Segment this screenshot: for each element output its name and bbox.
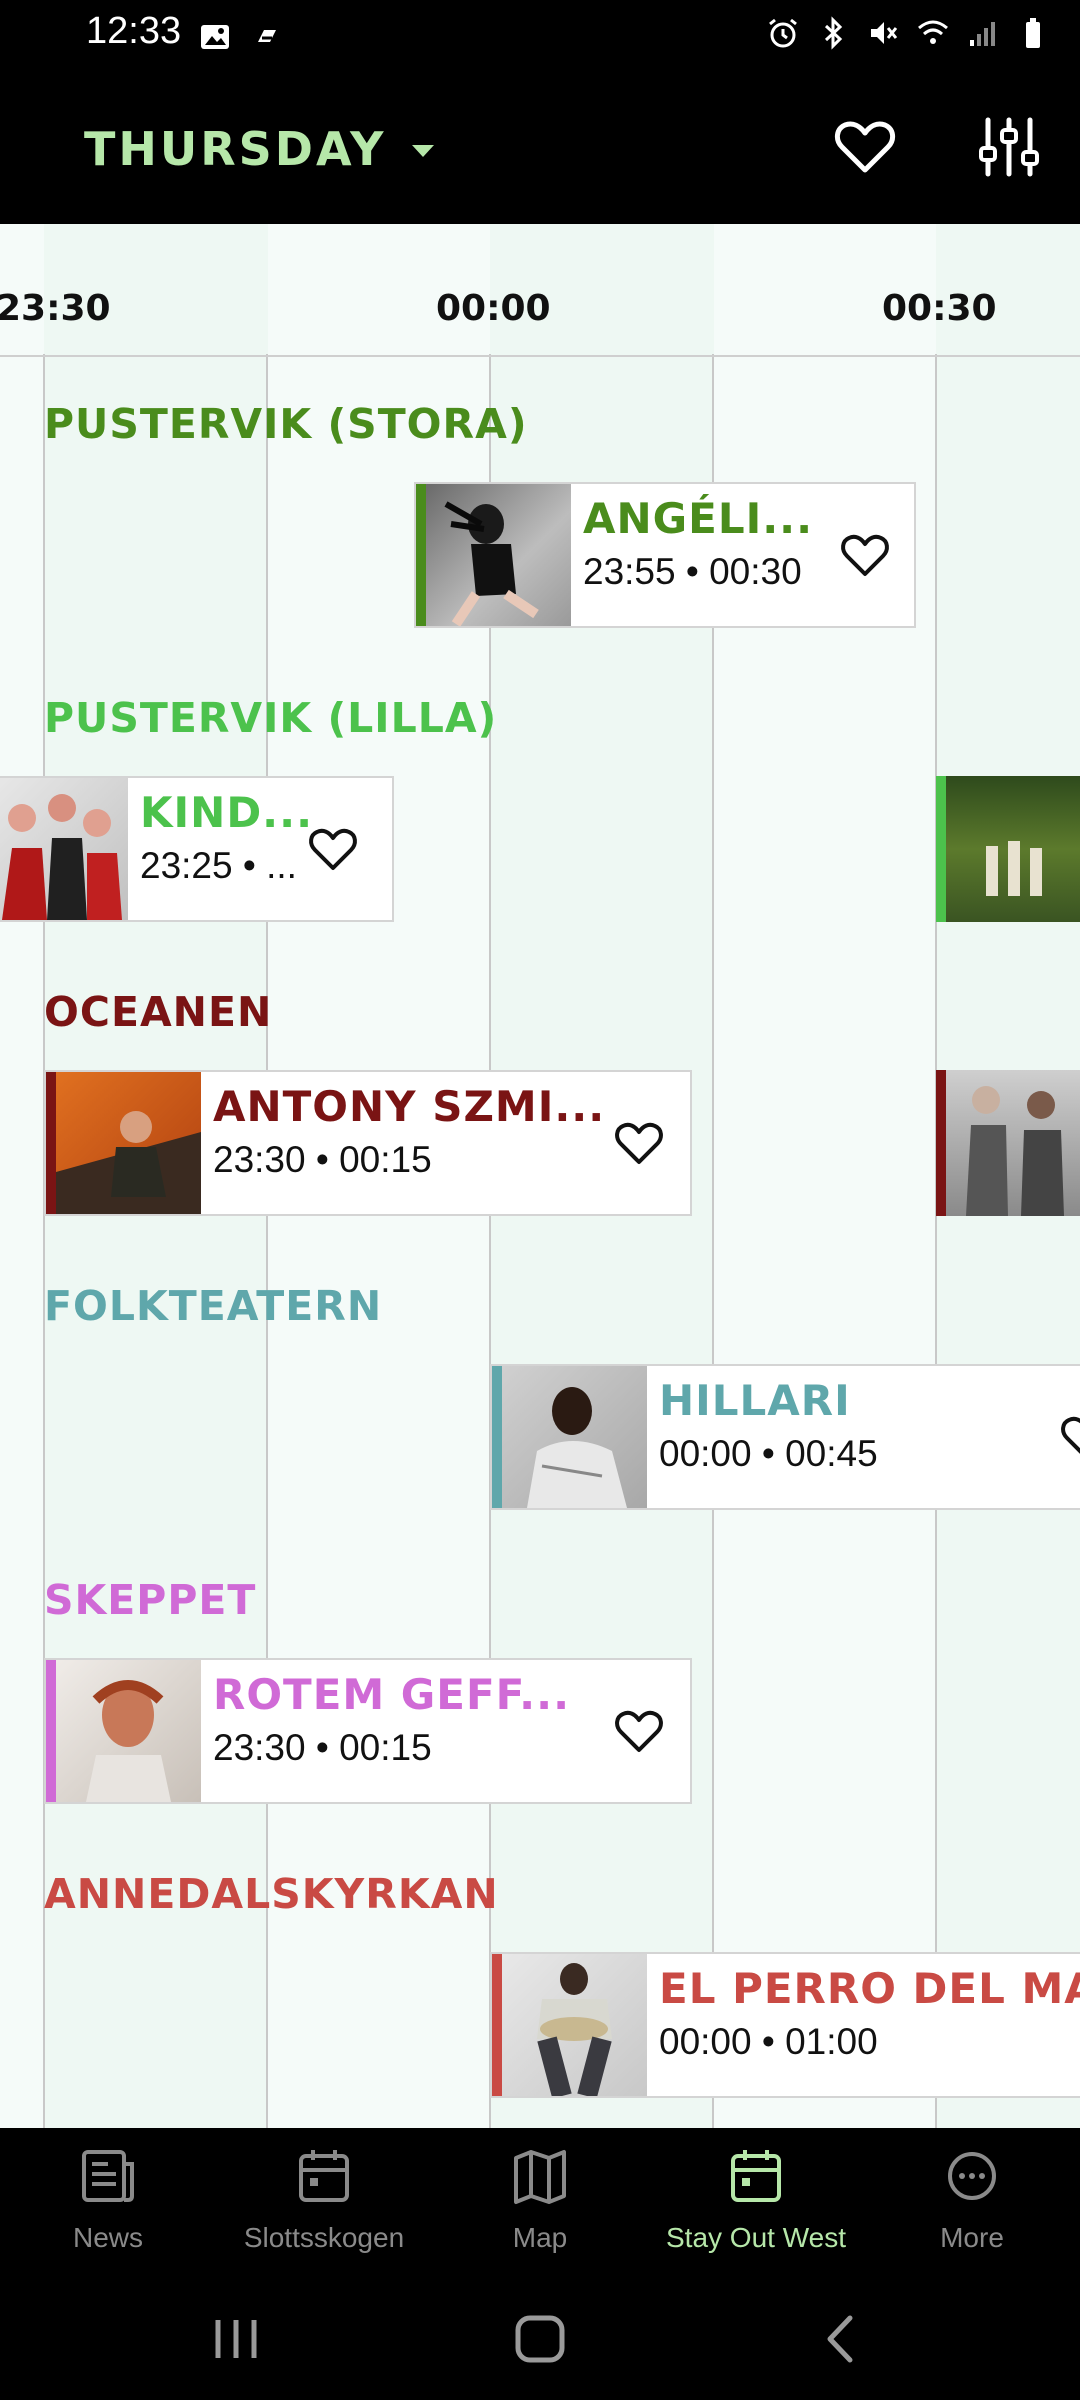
- calendar-icon: [299, 2150, 349, 2202]
- heart-icon[interactable]: [614, 1708, 664, 1754]
- calendar-icon: [731, 2150, 781, 2202]
- time-label: 00:00: [436, 288, 551, 329]
- venue-color-bar: [416, 484, 426, 626]
- event-times: 00:00 • 01:00: [659, 2021, 878, 2062]
- app-notification-icon: [258, 30, 276, 42]
- home-icon[interactable]: [512, 2314, 568, 2364]
- grid-line: [43, 354, 45, 2128]
- map-icon: [514, 2150, 566, 2204]
- time-label: 00:30: [882, 288, 997, 329]
- venue-title: ANNEDALSKYRKAN: [44, 1870, 499, 1918]
- heart-icon[interactable]: [308, 826, 358, 872]
- system-navigation-bar: [0, 2278, 1080, 2400]
- heart-icon[interactable]: [1060, 1414, 1080, 1460]
- nav-label: Slottsskogen: [243, 2222, 405, 2253]
- dropdown-caret-icon: [412, 145, 435, 157]
- venue-color-bar: [492, 1366, 502, 1508]
- venue-title: FOLKTEATERN: [44, 1282, 383, 1330]
- nav-label: Map: [512, 2222, 568, 2253]
- header-divider: [0, 355, 1080, 357]
- venue-title: PUSTERVIK (STORA): [44, 400, 528, 448]
- venue-color-bar: [46, 1660, 56, 1802]
- status-time: 12:33: [86, 10, 182, 52]
- event-card-partial[interactable]: [936, 1070, 1080, 1216]
- gallery-icon: [201, 25, 229, 49]
- event-times: 23:30 • 00:15: [213, 1727, 432, 1768]
- artist-photo: [0, 778, 128, 920]
- event-times: 00:00 • 00:45: [659, 1433, 878, 1474]
- artist-name: HILLARI: [659, 1376, 851, 1425]
- schedule-timeline[interactable]: 23:30 00:00 00:30 PUSTERVIK (STORA) ANGÉ…: [0, 224, 1080, 2128]
- alarm-icon: [769, 18, 797, 48]
- bottom-navigation: News Slottsskogen Map Stay Out West More: [0, 2128, 1080, 2278]
- artist-photo: [56, 1660, 201, 1802]
- artist-name: EL PERRO DEL MA: [659, 1964, 1080, 2013]
- venue-color-bar: [492, 1954, 502, 2096]
- time-header: 23:30 00:00 00:30: [0, 224, 1080, 356]
- event-card[interactable]: ANTONY SZMI... 23:30 • 00:15: [44, 1070, 692, 1216]
- grid-line: [266, 354, 268, 2128]
- nav-label: Stay Out West: [666, 2222, 846, 2253]
- artist-photo: [946, 776, 1080, 922]
- artist-photo: [502, 1954, 647, 2096]
- bluetooth-icon: [824, 16, 843, 50]
- heart-icon[interactable]: [840, 532, 890, 578]
- nav-map[interactable]: Map: [432, 2128, 648, 2278]
- grid-line: [935, 354, 937, 2128]
- nav-slottsskogen[interactable]: Slottsskogen: [216, 2128, 432, 2278]
- nav-stay-out-west[interactable]: Stay Out West: [648, 2128, 864, 2278]
- event-card[interactable]: HILLARI 00:00 • 00:45: [490, 1364, 1080, 1510]
- news-icon: [82, 2150, 134, 2202]
- event-times: 23:30 • 00:15: [213, 1139, 432, 1180]
- artist-photo: [56, 1072, 201, 1214]
- artist-name: ROTEM GEFF...: [213, 1670, 571, 1719]
- event-card[interactable]: ROTEM GEFF... 23:30 • 00:15: [44, 1658, 692, 1804]
- app-bar: THURSDAY: [0, 74, 1080, 224]
- venue-color-bar: [936, 1070, 946, 1216]
- status-bar: 12:33: [0, 0, 1080, 74]
- nav-more[interactable]: More: [864, 2128, 1080, 2278]
- back-icon[interactable]: [820, 2314, 860, 2364]
- day-selector[interactable]: THURSDAY: [84, 122, 435, 176]
- venue-title: SKEPPET: [44, 1576, 257, 1624]
- artist-photo: [426, 484, 571, 626]
- event-card[interactable]: KIND... 23:25 • ...: [0, 776, 394, 922]
- recent-apps-icon[interactable]: [210, 2316, 262, 2362]
- venue-color-bar: [936, 776, 946, 922]
- battery-icon: [1026, 18, 1040, 48]
- event-card[interactable]: ANGÉLI... 23:55 • 00:30: [414, 482, 916, 628]
- heart-icon[interactable]: [614, 1120, 664, 1166]
- favorites-heart-icon[interactable]: [832, 114, 898, 180]
- nav-label: More: [940, 2222, 1004, 2253]
- venue-color-bar: [46, 1072, 56, 1214]
- filter-sliders-icon[interactable]: [976, 114, 1042, 180]
- event-card[interactable]: EL PERRO DEL MA 00:00 • 01:00: [490, 1952, 1080, 2098]
- wifi-icon: [918, 20, 948, 44]
- event-card-partial[interactable]: [936, 776, 1080, 922]
- nav-label: News: [72, 2222, 143, 2253]
- venue-title: PUSTERVIK (LILLA): [44, 694, 498, 742]
- more-icon: [948, 2152, 996, 2200]
- artist-photo: [502, 1366, 647, 1508]
- mute-icon: [871, 22, 898, 44]
- day-title: THURSDAY: [84, 122, 387, 176]
- artist-name: ANTONY SZMI...: [213, 1082, 606, 1131]
- artist-photo: [946, 1070, 1080, 1216]
- time-label: 23:30: [0, 288, 111, 329]
- nav-news[interactable]: News: [0, 2128, 216, 2278]
- signal-icon: [970, 22, 995, 46]
- venue-title: OCEANEN: [44, 988, 273, 1036]
